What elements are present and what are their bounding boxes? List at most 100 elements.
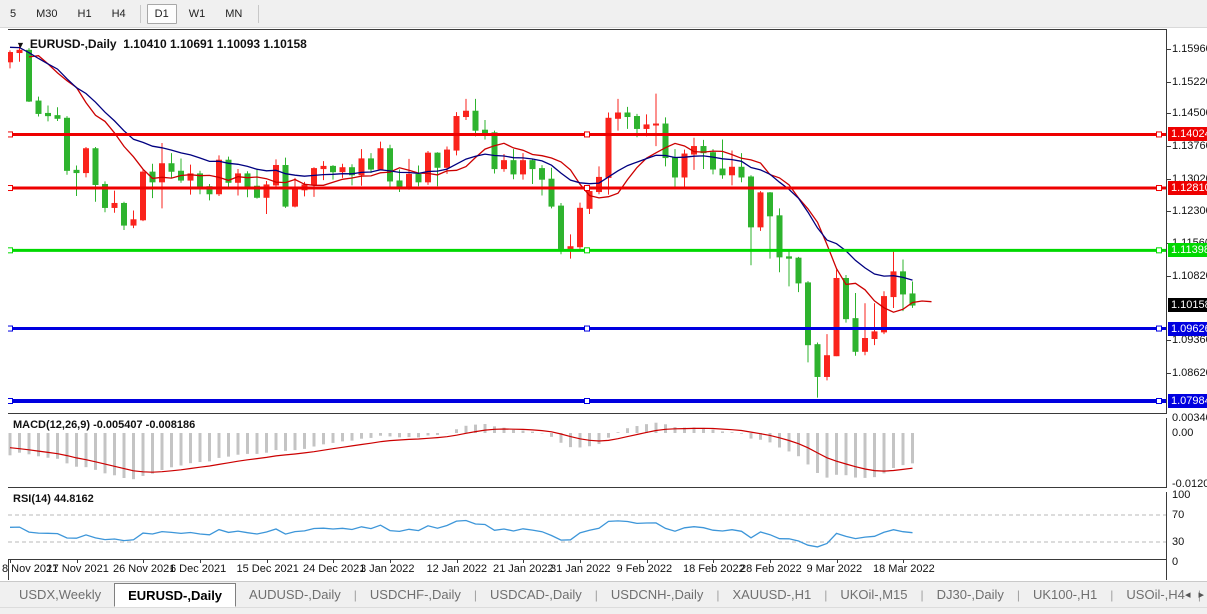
candle-body [131,220,136,225]
tab-uk100-h1[interactable]: UK100-,H1 [1020,582,1110,607]
timeframe-button-h4[interactable]: H4 [104,5,134,23]
price-tick-label: 1.14500 [1172,107,1207,119]
timeframe-button-d1[interactable]: D1 [147,4,177,24]
candle-body [606,118,611,177]
price-axis-line [1166,29,1167,580]
rsi-panel-canvas[interactable] [8,491,1166,559]
price-tick-mark [1167,276,1171,277]
candle-body [473,111,478,130]
timeframe-button-h1[interactable]: H1 [70,5,100,23]
candle-body [530,161,535,169]
timeframe-toolbar: 5M30 H1H4 D1W1MN [0,0,1207,28]
chart-ohlc-values: 1.10410 1.10691 1.10093 1.10158 [123,37,307,51]
candle-body [853,319,858,352]
candle-body [369,159,374,169]
candle-body [160,164,165,182]
hline-handle[interactable] [8,248,13,253]
candle-body [796,258,801,283]
price-tick-mark [1167,211,1171,212]
chart-tab-bar: USDX,WeeklyEURUSD-,DailyAUDUSD-,Daily|US… [0,581,1207,607]
price-label-1.11398: 1.11398 [1168,243,1207,257]
candle-body [8,53,13,62]
candle-body [521,161,526,174]
candle-body [169,164,174,172]
price-tick-label: 1.15960 [1172,43,1207,55]
tab-scroll-arrows: ◂ ▸ [1185,581,1204,607]
candle-body [93,149,98,185]
candle-body [825,356,830,377]
date-label: 18 Mar 2022 [873,563,935,575]
tabs-scroll-right-icon[interactable]: ▸ [1198,588,1204,601]
price-tick-mark [1167,340,1171,341]
candle-body [236,174,241,182]
timeframe-button-m30[interactable]: M30 [28,5,65,23]
timeframe-button-w1[interactable]: W1 [181,5,214,23]
candle-body [673,158,678,177]
hline-handle[interactable] [585,248,590,253]
timeframe-button-mn[interactable]: MN [217,5,250,23]
date-label: 15 Dec 2021 [237,563,299,575]
tab-xauusd-h1[interactable]: XAUUSD-,H1 [719,582,824,607]
candle-body [407,174,412,186]
candle-body [758,193,763,227]
hline-handle[interactable] [1157,398,1162,403]
price-tick-mark [1167,49,1171,50]
date-label: 9 Mar 2022 [807,563,863,575]
hline-handle[interactable] [8,326,13,331]
hline-handle[interactable] [1157,326,1162,331]
candle-body [511,161,516,174]
rsi-axis-label: 100 [1172,489,1190,501]
candle-body [492,133,497,169]
hline-handle[interactable] [8,186,13,191]
hline-handle[interactable] [585,186,590,191]
price-label-1.14024: 1.14024 [1168,127,1207,141]
tab-dj30-daily[interactable]: DJ30-,Daily [924,582,1017,607]
hline-handle[interactable] [8,132,13,137]
date-label: 26 Nov 2021 [113,563,175,575]
price-label-1.09626: 1.09626 [1168,322,1207,336]
tab-usdcnh-daily[interactable]: USDCNH-,Daily [598,582,716,607]
candle-body [141,172,146,220]
candle-body [74,170,79,172]
hline-handle[interactable] [1157,248,1162,253]
hline-handle[interactable] [8,398,13,403]
hline-handle[interactable] [1157,186,1162,191]
candle-body [483,130,488,133]
toolbar-separator [258,5,259,23]
hline-handle[interactable] [585,398,590,403]
symbol-dropdown-icon[interactable]: ▼ [16,40,25,50]
tab-usdchf-daily[interactable]: USDCHF-,Daily [357,582,474,607]
tab-usdcad-daily[interactable]: USDCAD-,Daily [477,582,595,607]
candle-body [616,113,621,118]
price-label-1.12810: 1.12810 [1168,181,1207,195]
candle-body [112,203,117,207]
candle-body [27,50,32,101]
candle-body [834,278,839,355]
candle-body [549,179,554,206]
macd-axis-label: 0.003408 [1172,412,1207,424]
candle-body [559,206,564,248]
price-tick-label: 1.13760 [1172,140,1207,152]
tab-ukoil-m15[interactable]: UKOil-,M15 [827,582,920,607]
macd-signal-line [10,428,913,472]
macd-label: MACD(12,26,9) -0.005407 -0.008186 [13,419,195,431]
timeframe-button-5[interactable]: 5 [2,5,24,23]
rsi-axis-label: 70 [1172,509,1184,521]
tab-usdx-weekly[interactable]: USDX,Weekly [6,582,114,607]
rsi-axis-label: 0 [1172,556,1178,568]
price-tick-mark [1167,82,1171,83]
candle-body [644,125,649,129]
hline-handle[interactable] [1157,132,1162,137]
price-tick-label: 1.10820 [1172,270,1207,282]
tabs-scroll-left-icon[interactable]: ◂ [1185,588,1191,601]
main-chart-canvas[interactable] [8,30,1166,413]
tab-eurusd-daily[interactable]: EURUSD-,Daily [114,583,236,607]
tab-audusd-daily[interactable]: AUDUSD-,Daily [236,582,354,607]
candle-body [787,257,792,258]
hline-handle[interactable] [585,326,590,331]
hline-handle[interactable] [585,132,590,137]
date-label: 31 Jan 2022 [550,563,611,575]
price-tick-mark [1167,373,1171,374]
chart-symbol-label: EURUSD-,Daily [30,37,117,51]
date-label: 24 Dec 2021 [303,563,365,575]
